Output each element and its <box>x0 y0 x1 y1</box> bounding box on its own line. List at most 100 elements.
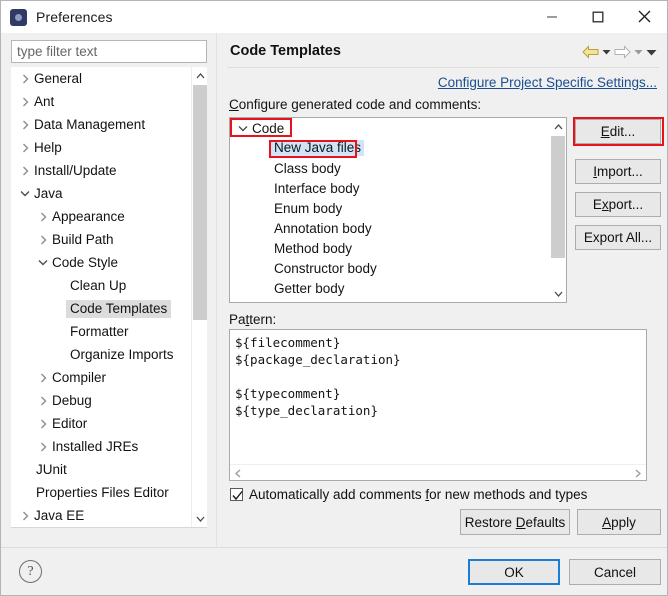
template-scroll-thumb[interactable] <box>551 136 565 258</box>
preferences-tree[interactable]: General Ant Data Management Help Install/Upd… <box>11 67 207 527</box>
template-vertical-scrollbar[interactable] <box>550 118 566 302</box>
sidebar-item-ant[interactable]: Ant <box>11 90 191 113</box>
sidebar-item-label: Ant <box>34 94 55 109</box>
auto-comments-checkbox[interactable] <box>230 488 243 501</box>
maximize-button[interactable] <box>575 1 621 32</box>
scroll-down-icon[interactable] <box>192 510 207 527</box>
scroll-right-icon[interactable] <box>630 465 646 480</box>
sidebar-item-compiler[interactable]: Compiler <box>11 366 191 389</box>
chevron-right-icon[interactable] <box>17 120 33 130</box>
chevron-down-icon[interactable] <box>17 190 33 197</box>
chevron-right-icon[interactable] <box>35 396 51 406</box>
sidebar-item-junit[interactable]: JUnit <box>11 458 191 481</box>
configure-label-rest: onfigure generated code and comments: <box>238 97 482 112</box>
sidebar-item-label: Help <box>34 140 62 155</box>
template-item-new-java-files[interactable]: New Java files <box>230 138 566 158</box>
minimize-button[interactable] <box>529 1 575 32</box>
template-item-label: Method body <box>274 240 353 256</box>
more-dropdown-icon[interactable] <box>646 49 657 56</box>
back-dropdown-icon[interactable] <box>602 49 611 55</box>
chevron-right-icon[interactable] <box>17 97 33 107</box>
template-item-enum-body[interactable]: Enum body <box>230 198 566 218</box>
template-item-getter-body[interactable]: Getter body <box>230 278 566 298</box>
export-all-button[interactable]: Export All... <box>575 225 661 250</box>
scroll-up-icon[interactable] <box>550 118 566 135</box>
pattern-label-pre: Pa <box>229 312 246 327</box>
tree-scroll-thumb[interactable] <box>193 85 207 320</box>
tree-bottom-divider <box>11 527 207 528</box>
chevron-right-icon[interactable] <box>35 442 51 452</box>
sidebar-item-code-templates[interactable]: Code Templates <box>11 297 191 320</box>
ok-button[interactable]: OK <box>468 559 560 585</box>
chevron-right-icon[interactable] <box>17 143 33 153</box>
sidebar-item-code-style[interactable]: Code Style <box>11 251 191 274</box>
template-item-class-body[interactable]: Class body <box>230 158 566 178</box>
sidebar-item-label: JUnit <box>36 462 67 477</box>
arrow-right-icon[interactable] <box>614 45 631 59</box>
export-button-pre: E <box>592 197 602 212</box>
export-button[interactable]: Export... <box>575 192 661 217</box>
sidebar-item-general[interactable]: General <box>11 67 191 90</box>
edit-button[interactable]: Edit... <box>575 119 661 144</box>
template-item-method-body[interactable]: Method body <box>230 238 566 258</box>
scroll-left-icon[interactable] <box>230 465 246 480</box>
sidebar-item-install-update[interactable]: Install/Update <box>11 159 191 182</box>
template-item-label: Annotation body <box>274 220 372 236</box>
sidebar-item-java[interactable]: Java <box>11 182 191 205</box>
chevron-right-icon[interactable] <box>35 235 51 245</box>
pattern-textarea[interactable]: ${filecomment} ${package_declaration} ${… <box>229 329 647 481</box>
auto-comments-row[interactable]: Automatically add comments for new metho… <box>230 487 587 502</box>
chevron-right-icon[interactable] <box>35 419 51 429</box>
chevron-right-icon[interactable] <box>17 511 33 521</box>
sidebar-item-build-path[interactable]: Build Path <box>11 228 191 251</box>
question-mark-icon[interactable]: ? <box>19 560 42 583</box>
restore-pre: Restore <box>464 514 516 530</box>
scroll-down-icon[interactable] <box>550 285 566 302</box>
sidebar-item-organize-imports[interactable]: Organize Imports <box>11 343 191 366</box>
chevron-right-icon[interactable] <box>35 373 51 383</box>
template-item-annotation-body[interactable]: Annotation body <box>230 218 566 238</box>
sidebar-item-debug[interactable]: Debug <box>11 389 191 412</box>
configure-project-specific-settings-link[interactable]: Configure Project Specific Settings... <box>438 75 657 90</box>
preferences-dialog: Preferences General Ant Data Management Hel… <box>0 0 668 596</box>
forward-dropdown-icon[interactable] <box>634 49 643 55</box>
cancel-button[interactable]: Cancel <box>569 559 661 585</box>
pattern-horizontal-scrollbar[interactable] <box>230 464 646 480</box>
search-input[interactable] <box>11 40 207 63</box>
chevron-down-icon[interactable] <box>35 259 51 266</box>
template-item-label: New Java files <box>271 140 365 156</box>
template-group-code[interactable]: Code <box>230 118 566 138</box>
sidebar-item-data-management[interactable]: Data Management <box>11 113 191 136</box>
sidebar-item-properties-files-editor[interactable]: Properties Files Editor <box>11 481 191 504</box>
apply-rest: pply <box>611 514 636 530</box>
close-button[interactable] <box>621 1 667 32</box>
restore-defaults-button[interactable]: Restore Defaults <box>460 509 570 535</box>
filter-field-wrapper <box>11 40 207 63</box>
code-template-list: Code New Java files Class body Interface bo… <box>230 118 566 298</box>
sidebar-item-editor[interactable]: Editor <box>11 412 191 435</box>
sidebar-item-formatter[interactable]: Formatter <box>11 320 191 343</box>
chevron-down-icon[interactable] <box>234 125 252 132</box>
scroll-up-icon[interactable] <box>192 67 207 84</box>
sidebar-item-java-ee[interactable]: Java EE <box>11 504 191 527</box>
sidebar-item-appearance[interactable]: Appearance <box>11 205 191 228</box>
sidebar-item-label: Organize Imports <box>70 347 174 362</box>
chevron-right-icon[interactable] <box>17 166 33 176</box>
sidebar-item-label: Build Path <box>52 232 114 247</box>
template-item-constructor-body[interactable]: Constructor body <box>230 258 566 278</box>
chevron-right-icon[interactable] <box>35 212 51 222</box>
pattern-label: Pattern: <box>229 312 277 327</box>
sidebar-item-help[interactable]: Help <box>11 136 191 159</box>
apply-button[interactable]: Apply <box>577 509 661 535</box>
template-item-interface-body[interactable]: Interface body <box>230 178 566 198</box>
code-template-tree[interactable]: Code New Java files Class body Interface bo… <box>229 117 567 303</box>
arrow-left-icon[interactable] <box>582 45 599 59</box>
sidebar-item-installed-jres[interactable]: Installed JREs <box>11 435 191 458</box>
chevron-right-icon[interactable] <box>17 74 33 84</box>
auto-comments-label: Automatically add comments for new metho… <box>249 487 588 502</box>
sidebar-item-label: Installed JREs <box>52 439 139 454</box>
sidebar-item-clean-up[interactable]: Clean Up <box>11 274 191 297</box>
import-button[interactable]: Import... <box>575 159 661 184</box>
tree-vertical-scrollbar[interactable] <box>191 67 207 527</box>
pattern-text: ${filecomment} ${package_declaration} ${… <box>235 335 401 418</box>
